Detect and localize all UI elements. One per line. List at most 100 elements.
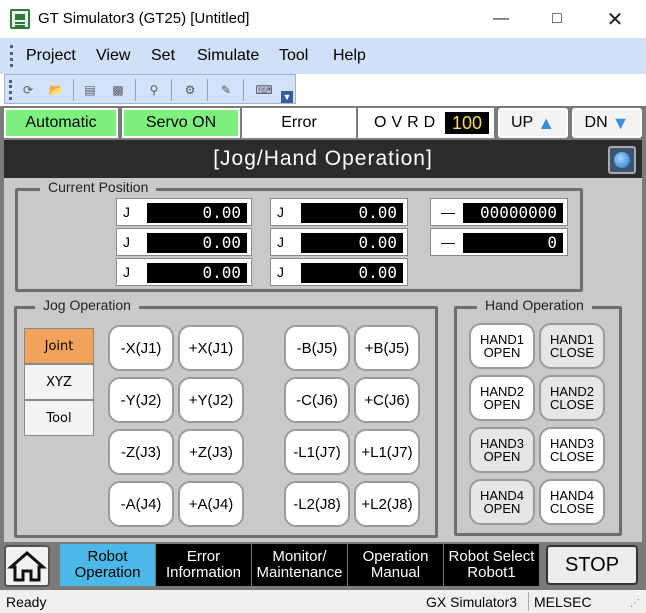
menu-set[interactable]: Set bbox=[151, 47, 175, 65]
edit-icon[interactable]: ✎ bbox=[217, 81, 235, 99]
position-value: 0.00 bbox=[147, 263, 247, 283]
open-icon[interactable]: 📂 bbox=[47, 81, 65, 99]
menu-project[interactable]: Project bbox=[26, 47, 76, 65]
nav-label: Robot1 bbox=[467, 564, 516, 581]
position-field: J 0.00 bbox=[116, 198, 252, 226]
position-axis-label: J bbox=[277, 204, 284, 220]
close-button[interactable]: ✕ bbox=[592, 6, 638, 32]
nav-label: Operation bbox=[362, 548, 429, 565]
position-field: — 0 bbox=[430, 228, 568, 256]
nav-robot-select[interactable]: Robot Select Robot1 bbox=[444, 544, 539, 586]
nav-label: Maintenance bbox=[256, 564, 343, 581]
jog-minus-a-button[interactable]: -A(J4) bbox=[108, 481, 174, 527]
device-icon[interactable]: ▩ bbox=[109, 81, 127, 99]
jog-plus-l1-button[interactable]: +L1(J7) bbox=[354, 429, 420, 475]
ovrd-up-button[interactable]: UP ▲ bbox=[498, 108, 568, 138]
hand3-open-button[interactable]: HAND3 OPEN bbox=[469, 427, 535, 473]
jog-minus-l2-button[interactable]: -L2(J8) bbox=[284, 481, 350, 527]
position-field: J 0.00 bbox=[270, 258, 408, 286]
menu-help[interactable]: Help bbox=[333, 47, 366, 65]
error-indicator[interactable]: Error bbox=[242, 108, 356, 138]
jog-plus-c-button[interactable]: +C(J6) bbox=[354, 377, 420, 423]
jog-operation-label: Jog Operation bbox=[35, 297, 139, 313]
nav-label: Monitor/ bbox=[272, 548, 327, 565]
maximize-button[interactable]: □ bbox=[534, 6, 580, 32]
hand3-close-button[interactable]: HAND3 CLOSE bbox=[539, 427, 605, 473]
resize-grip-icon[interactable]: ⋰ bbox=[630, 598, 640, 609]
nav-label: Error bbox=[186, 548, 221, 565]
position-field: J 0.00 bbox=[116, 258, 252, 286]
ovrd-down-button[interactable]: DN ▼ bbox=[572, 108, 642, 138]
toolbar-separator bbox=[73, 79, 74, 101]
menu-bar: Project View Set Simulate Tool Help bbox=[0, 38, 646, 74]
position-value: 0.00 bbox=[147, 233, 247, 253]
hand-action: CLOSE bbox=[549, 501, 595, 516]
status-vendor: MELSEC bbox=[534, 594, 592, 610]
hand-action: CLOSE bbox=[549, 345, 595, 360]
window-title: GT Simulator3 (GT25) [Untitled] bbox=[38, 10, 250, 27]
hand-action: OPEN bbox=[483, 397, 521, 412]
title-bar: GT Simulator3 (GT25) [Untitled] — □ ✕ bbox=[0, 0, 646, 38]
jog-minus-l1-button[interactable]: -L1(J7) bbox=[284, 429, 350, 475]
hand-action: CLOSE bbox=[549, 397, 595, 412]
nav-monitor-maintenance[interactable]: Monitor/Maintenance bbox=[252, 544, 347, 586]
ovrd-box: OVRD 100 bbox=[358, 108, 494, 138]
position-axis-label: J bbox=[123, 234, 130, 250]
monitor-icon[interactable]: ▤ bbox=[81, 81, 99, 99]
down-arrow-icon: ▼ bbox=[611, 112, 630, 133]
nav-robot-operation[interactable]: Robot Operation bbox=[60, 544, 155, 586]
toolbar: ⟳ 📂 ▤ ▩ ⚲ ⚙ ✎ ⌨ ▼ bbox=[0, 74, 646, 106]
search-icon[interactable]: ⚲ bbox=[145, 81, 163, 99]
hand1-close-button[interactable]: HAND1 CLOSE bbox=[539, 323, 605, 369]
jog-minus-z-button[interactable]: -Z(J3) bbox=[108, 429, 174, 475]
globe-icon[interactable] bbox=[608, 146, 636, 174]
nav-label: Robot bbox=[87, 548, 128, 565]
body-area: Current Position J 0.00 J 0.00 J 0.00 J … bbox=[4, 178, 642, 542]
screen-title: [Jog/Hand Operation] bbox=[213, 147, 433, 170]
mode-tool-button[interactable]: Tool bbox=[24, 400, 94, 436]
up-label: UP bbox=[510, 114, 534, 131]
app-icon bbox=[10, 9, 30, 29]
hand1-open-button[interactable]: HAND1 OPEN bbox=[469, 323, 535, 369]
jog-plus-b-button[interactable]: +B(J5) bbox=[354, 325, 420, 371]
menu-grip bbox=[10, 45, 13, 67]
home-button[interactable] bbox=[4, 545, 50, 587]
stop-button[interactable]: STOP bbox=[546, 545, 638, 585]
nav-error-information[interactable]: Error Information bbox=[156, 544, 251, 586]
menu-view[interactable]: View bbox=[96, 47, 130, 65]
settings-icon[interactable]: ⚙ bbox=[181, 81, 199, 99]
minimize-button[interactable]: — bbox=[478, 6, 524, 32]
position-axis-label: J bbox=[123, 264, 130, 280]
keyboard-icon[interactable]: ⌨ bbox=[255, 81, 273, 99]
toolbar-overflow-icon[interactable]: ▼ bbox=[281, 91, 293, 103]
menu-tool[interactable]: Tool bbox=[279, 47, 308, 65]
hand2-open-button[interactable]: HAND2 OPEN bbox=[469, 375, 535, 421]
jog-plus-a-button[interactable]: +A(J4) bbox=[178, 481, 244, 527]
mode-xyz-button[interactable]: XYZ bbox=[24, 364, 94, 400]
jog-plus-x-button[interactable]: +X(J1) bbox=[178, 325, 244, 371]
jog-plus-l2-button[interactable]: +L2(J8) bbox=[354, 481, 420, 527]
jog-plus-z-button[interactable]: +Z(J3) bbox=[178, 429, 244, 475]
menu-simulate[interactable]: Simulate bbox=[197, 47, 259, 65]
refresh-icon[interactable]: ⟳ bbox=[19, 81, 37, 99]
jog-minus-x-button[interactable]: -X(J1) bbox=[108, 325, 174, 371]
mode-joint-button[interactable]: Joint bbox=[24, 328, 94, 364]
dn-label: DN bbox=[584, 114, 608, 131]
jog-minus-c-button[interactable]: -C(J6) bbox=[284, 377, 350, 423]
hand4-open-button[interactable]: HAND4 OPEN bbox=[469, 479, 535, 525]
hand-operation-label: Hand Operation bbox=[477, 297, 592, 313]
position-field: J 0.00 bbox=[116, 228, 252, 256]
toolbar-strip: ⟳ 📂 ▤ ▩ ⚲ ⚙ ✎ ⌨ ▼ bbox=[4, 74, 296, 104]
hand4-close-button[interactable]: HAND4 CLOSE bbox=[539, 479, 605, 525]
jog-plus-y-button[interactable]: +Y(J2) bbox=[178, 377, 244, 423]
jog-minus-b-button[interactable]: -B(J5) bbox=[284, 325, 350, 371]
status-app-name: GX Simulator3 bbox=[426, 594, 518, 610]
position-field: J 0.00 bbox=[270, 228, 408, 256]
servo-indicator[interactable]: Servo ON bbox=[122, 108, 240, 138]
hand2-close-button[interactable]: HAND2 CLOSE bbox=[539, 375, 605, 421]
jog-minus-y-button[interactable]: -Y(J2) bbox=[108, 377, 174, 423]
nav-operation-manual[interactable]: Operation Manual bbox=[348, 544, 443, 586]
toolbar-grip bbox=[9, 80, 12, 100]
position-value: 0 bbox=[463, 233, 563, 253]
position-value: 0.00 bbox=[147, 203, 247, 223]
